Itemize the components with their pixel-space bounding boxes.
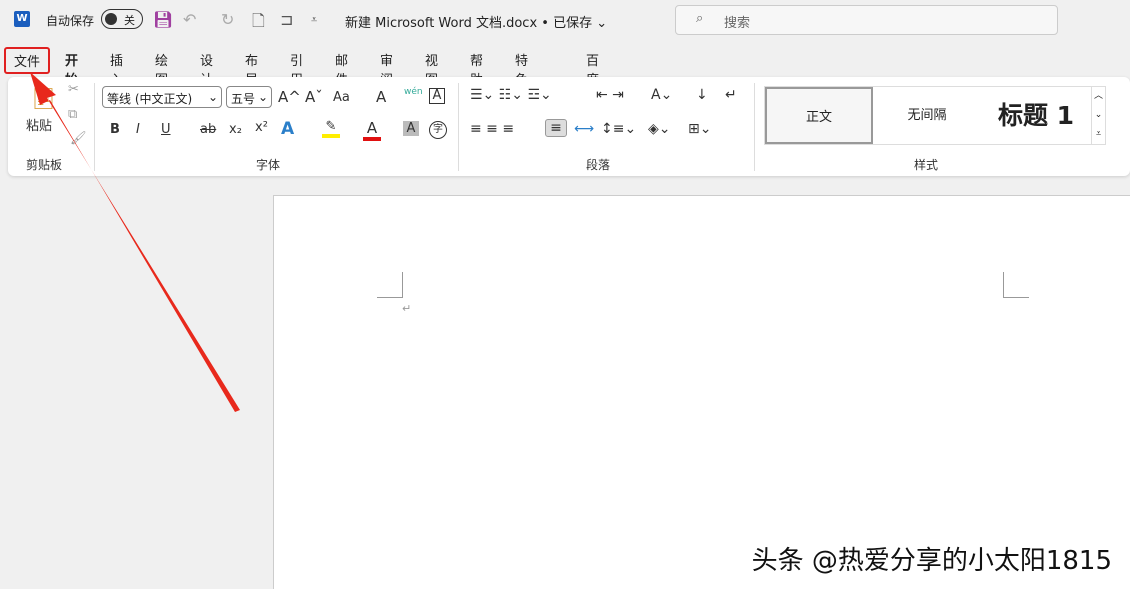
watermark: 头条 @热爱分享的小太阳1815 [751,546,1112,576]
red-arrow-annotation [30,72,240,412]
